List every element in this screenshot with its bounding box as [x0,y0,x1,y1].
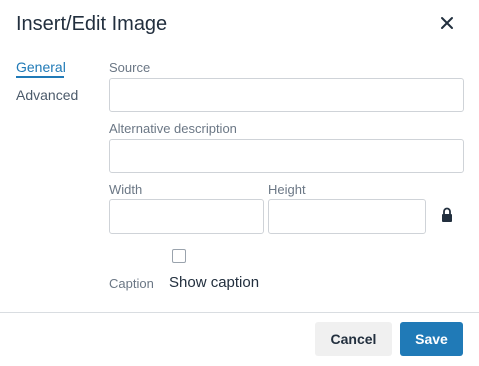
tab-advanced-label: Advanced [16,87,79,103]
source-input[interactable] [109,78,464,112]
show-caption-checkbox[interactable] [172,249,186,263]
height-label: Height [268,182,306,197]
save-button[interactable]: Save [400,322,463,356]
insert-image-dialog: Insert/Edit Image General Advanced Sourc… [0,0,479,366]
source-label: Source [109,60,151,75]
width-input[interactable] [109,199,264,234]
tab-advanced[interactable]: Advanced [16,86,78,104]
lock-icon[interactable] [441,207,453,223]
active-tab-underline [16,76,64,78]
caption-label: Caption [109,276,154,291]
show-caption-label[interactable]: Show caption [169,274,259,292]
tab-general-label: General [16,59,66,75]
dialog-title: Insert/Edit Image [16,13,168,35]
height-input[interactable] [268,199,426,234]
width-label: Width [109,182,143,197]
alt-description-input[interactable] [109,139,464,173]
close-icon [441,17,453,29]
close-button[interactable] [436,12,458,34]
cancel-button[interactable]: Cancel [315,322,392,356]
footer-divider [0,312,479,313]
tab-general[interactable]: General [16,58,66,78]
tab-list: General Advanced [16,58,78,103]
alt-description-label: Alternative description [109,121,237,136]
